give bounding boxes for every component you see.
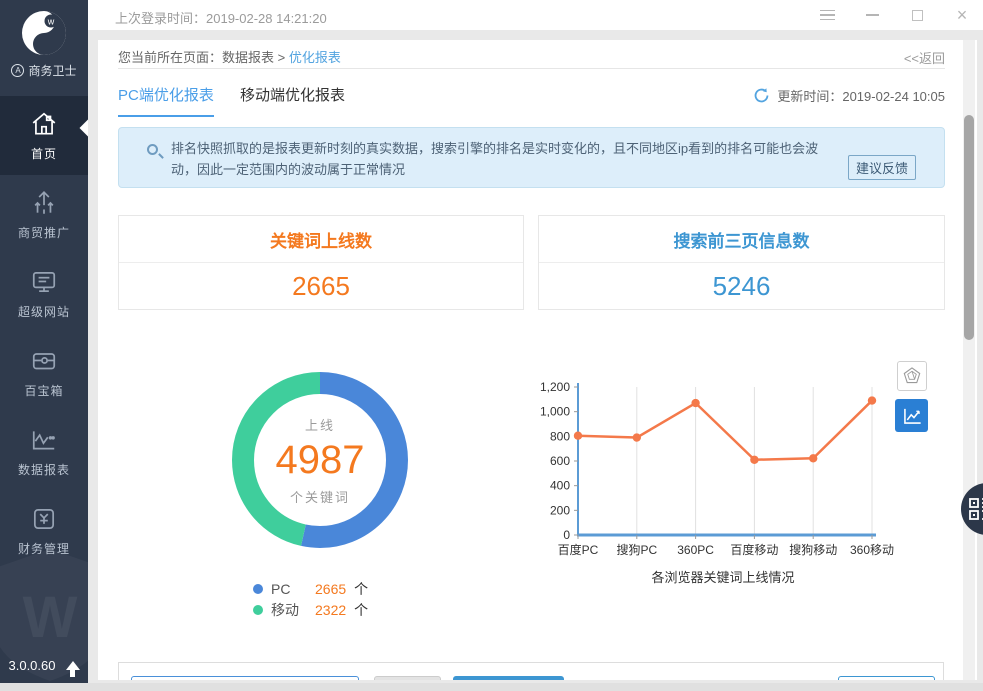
donut-chart: 上线 4987 个关键词 xyxy=(220,360,420,560)
scrollbar xyxy=(963,40,975,680)
export-button[interactable] xyxy=(838,676,935,680)
svg-text:百度移动: 百度移动 xyxy=(730,542,778,557)
sidebar-item-home[interactable]: 首页 xyxy=(0,96,88,175)
svg-text:搜狗PC: 搜狗PC xyxy=(616,542,657,557)
donut-center-top: 上线 xyxy=(305,415,335,434)
update-time: 更新时间：2019-02-24 10:05 xyxy=(777,86,945,105)
stat-card-keywords-online: 关键词上线数 2665 xyxy=(118,215,524,310)
minimize-icon[interactable] xyxy=(864,7,880,23)
svg-text:1,000: 1,000 xyxy=(540,405,570,419)
stat-title: 搜索前三页信息数 xyxy=(539,216,944,263)
scrollbar-thumb[interactable] xyxy=(964,115,974,340)
maximize-icon[interactable] xyxy=(909,7,925,23)
divider xyxy=(118,68,945,69)
sidebar-item-website[interactable]: 超级网站 xyxy=(0,254,88,333)
search-icon xyxy=(147,144,158,155)
back-link[interactable]: <<返回 xyxy=(904,48,945,67)
menu-icon[interactable] xyxy=(819,7,835,23)
desktop-strip xyxy=(0,683,983,691)
svg-text:0: 0 xyxy=(563,528,570,542)
sidebar-item-label: 商贸推广 xyxy=(18,224,70,241)
tab-mobile-report[interactable]: 移动端优化报表 xyxy=(240,84,345,115)
stat-value: 2665 xyxy=(119,263,523,310)
last-login-time: 上次登录时间：2019-02-28 14:21:20 xyxy=(115,8,327,27)
notice-banner: 排名快照抓取的是报表更新时刻的真实数据，搜索引擎的排名是实时变化的，且不同地区i… xyxy=(118,127,945,188)
version-label: 3.0.0.60 xyxy=(9,658,56,673)
search-input[interactable] xyxy=(131,676,359,680)
pie-chart-icon xyxy=(901,365,923,387)
website-icon xyxy=(34,272,54,287)
sidebar-item-toolbox[interactable]: 百宝箱 xyxy=(0,333,88,412)
notice-text: 排名快照抓取的是报表更新时刻的真实数据，搜索引擎的排名是实时变化的，且不同地区i… xyxy=(171,138,840,180)
sidebar-item-label: 超级网站 xyxy=(18,303,70,320)
feedback-button[interactable]: 建议反馈 xyxy=(848,155,916,180)
sidebar: w A 商务卫士 首页 商贸推广 xyxy=(0,0,88,683)
legend-item[interactable]: 移动2322个 xyxy=(253,599,368,620)
svg-text:1,200: 1,200 xyxy=(540,380,570,394)
breadcrumb-current[interactable]: 优化报表 xyxy=(289,50,341,65)
sidebar-item-label: 百宝箱 xyxy=(24,382,63,399)
sidebar-nav: 首页 商贸推广 超级网站 xyxy=(0,96,88,570)
app-logo-icon[interactable]: w xyxy=(20,9,68,57)
sidebar-item-reports[interactable]: 数据报表 xyxy=(0,412,88,491)
svg-text:百度PC: 百度PC xyxy=(558,542,599,557)
svg-text:w: w xyxy=(47,17,55,27)
brand: A 商务卫士 xyxy=(0,62,88,79)
search-button[interactable] xyxy=(453,676,564,680)
titlebar: 上次登录时间：2019-02-28 14:21:20 × xyxy=(88,0,983,30)
chart-type-pie-button[interactable] xyxy=(897,361,927,391)
breadcrumb-prefix: 您当前所在页面：数据报表 xyxy=(118,50,274,65)
qr-code-icon xyxy=(968,497,983,521)
svg-text:200: 200 xyxy=(550,503,570,517)
tab-pc-report[interactable]: PC端优化报表 xyxy=(118,84,214,117)
sidebar-item-promotion[interactable]: 商贸推广 xyxy=(0,175,88,254)
sidebar-item-label: 首页 xyxy=(31,145,57,162)
legend-item[interactable]: PC2665个 xyxy=(253,578,368,599)
svg-text:360移动: 360移动 xyxy=(850,543,894,557)
donut-legend: PC2665个移动2322个 xyxy=(253,578,368,620)
stat-value: 5246 xyxy=(539,263,944,310)
line-chart-title: 各浏览器关键词上线情况 xyxy=(508,567,938,586)
chart-type-line-button[interactable] xyxy=(895,399,928,432)
brand-badge-icon: A xyxy=(11,64,24,77)
bottom-section xyxy=(118,662,944,680)
svg-text:800: 800 xyxy=(550,429,570,443)
svg-text:600: 600 xyxy=(550,454,570,468)
svg-text:搜狗移动: 搜狗移动 xyxy=(789,542,837,557)
breadcrumb: 您当前所在页面：数据报表 > 优化报表 xyxy=(118,47,341,66)
upgrade-arrow-icon[interactable] xyxy=(66,661,80,670)
breadcrumb-separator: > xyxy=(278,50,286,65)
line-chart-icon xyxy=(901,405,923,427)
svg-text:360PC: 360PC xyxy=(677,543,714,557)
svg-text:400: 400 xyxy=(550,479,570,493)
refresh-icon[interactable] xyxy=(753,87,770,104)
donut-center-value: 4987 xyxy=(276,438,365,483)
svg-text:W: W xyxy=(23,585,78,650)
stat-title: 关键词上线数 xyxy=(119,216,523,263)
close-icon[interactable]: × xyxy=(954,7,970,23)
active-notch xyxy=(80,120,88,137)
brand-label: 商务卫士 xyxy=(28,62,76,79)
line-chart: 0 200 400 600 800 1,000 1,200 百度PC 搜狗PC 360PC 百度移动… xyxy=(508,379,938,595)
sidebar-item-label: 数据报表 xyxy=(18,461,70,478)
donut-center-bottom: 个关键词 xyxy=(290,487,350,506)
reset-button[interactable] xyxy=(374,676,441,680)
main-panel: 您当前所在页面：数据报表 > 优化报表 <<返回 PC端优化报表 移动端优化报表… xyxy=(98,40,977,680)
stat-card-top3-info: 搜索前三页信息数 5246 xyxy=(538,215,945,310)
